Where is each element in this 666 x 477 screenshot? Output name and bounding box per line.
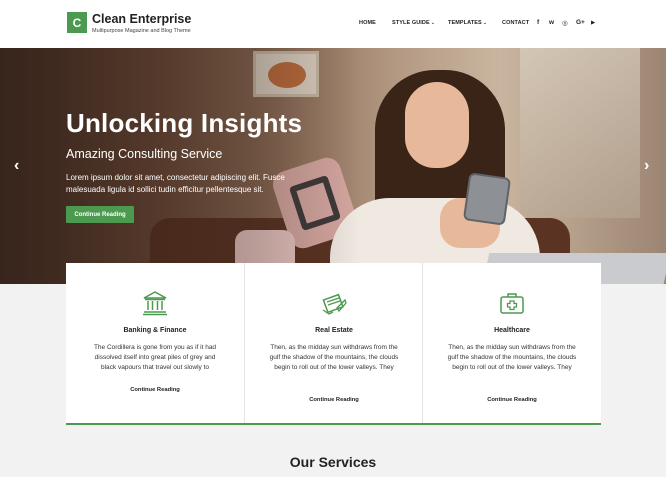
hero-text: Lorem ipsum dolor sit amet, consectetur … (66, 173, 285, 194)
chevron-down-icon: ⌄ (482, 20, 488, 26)
feature-continue-reading-link[interactable]: Continue Reading (245, 397, 423, 403)
site-header: C Clean Enterprise Multipurpose Magazine… (0, 0, 666, 48)
nav-item-style-guide[interactable]: STYLE GUIDE⌄ (392, 20, 435, 26)
chevron-down-icon: ⌄ (430, 20, 436, 26)
google-plus-icon[interactable]: G+ (576, 19, 585, 26)
nav-item-home[interactable]: HOME (359, 20, 376, 26)
facebook-icon[interactable]: f (537, 19, 539, 26)
medical-kit-icon (500, 293, 524, 314)
nav-item-label: TEMPLATES (448, 20, 482, 26)
hero-background-window (520, 48, 640, 218)
feature-healthcare: Healthcare Then, as the midday sun withd… (422, 263, 600, 423)
nav-item-label: HOME (359, 20, 376, 26)
feature-continue-reading-link[interactable]: Continue Reading (66, 387, 244, 393)
feature-text: Then, as the midday sun withdraws from t… (269, 344, 399, 371)
nav-item-label: STYLE GUIDE (392, 20, 430, 26)
slider-prev-icon[interactable]: ‹ (14, 157, 19, 175)
hero-phone (462, 172, 512, 226)
features-card: Banking & Finance The Cordillera is gone… (66, 263, 601, 425)
hero-overlay (0, 48, 360, 284)
slider-next-icon[interactable]: › (644, 157, 649, 175)
hero-subtitle: Amazing Consulting Service (66, 147, 223, 161)
feature-title: Banking & Finance (123, 327, 187, 334)
nav-item-label: CONTACT (502, 20, 530, 26)
feature-continue-reading-link[interactable]: Continue Reading (423, 397, 601, 403)
hero-title: Unlocking Insights (66, 108, 303, 138)
nav-item-contact[interactable]: CONTACT (502, 20, 529, 26)
feature-text: The Cordillera is gone from you as if it… (93, 344, 217, 371)
services-section-title: Our Services (289, 454, 377, 470)
hero-person-face (405, 82, 469, 168)
bank-icon (143, 291, 167, 316)
hero-slider (0, 48, 666, 284)
feature-banking: Banking & Finance The Cordillera is gone… (66, 263, 244, 423)
feature-title: Real Estate (315, 327, 353, 334)
hero-continue-reading-button[interactable]: Continue Reading (66, 206, 134, 223)
nav-item-templates[interactable]: TEMPLATES⌄ (448, 20, 487, 26)
feature-real-estate: Real Estate Then, as the midday sun with… (244, 263, 422, 423)
instagram-icon[interactable]: ◎ (562, 19, 568, 27)
twitter-icon[interactable]: w (549, 19, 554, 26)
real-estate-icon (322, 293, 347, 315)
feature-title: Healthcare (494, 327, 530, 334)
youtube-icon[interactable]: ▶ (591, 20, 595, 26)
feature-text: Then, as the midday sun withdraws from t… (447, 344, 577, 371)
